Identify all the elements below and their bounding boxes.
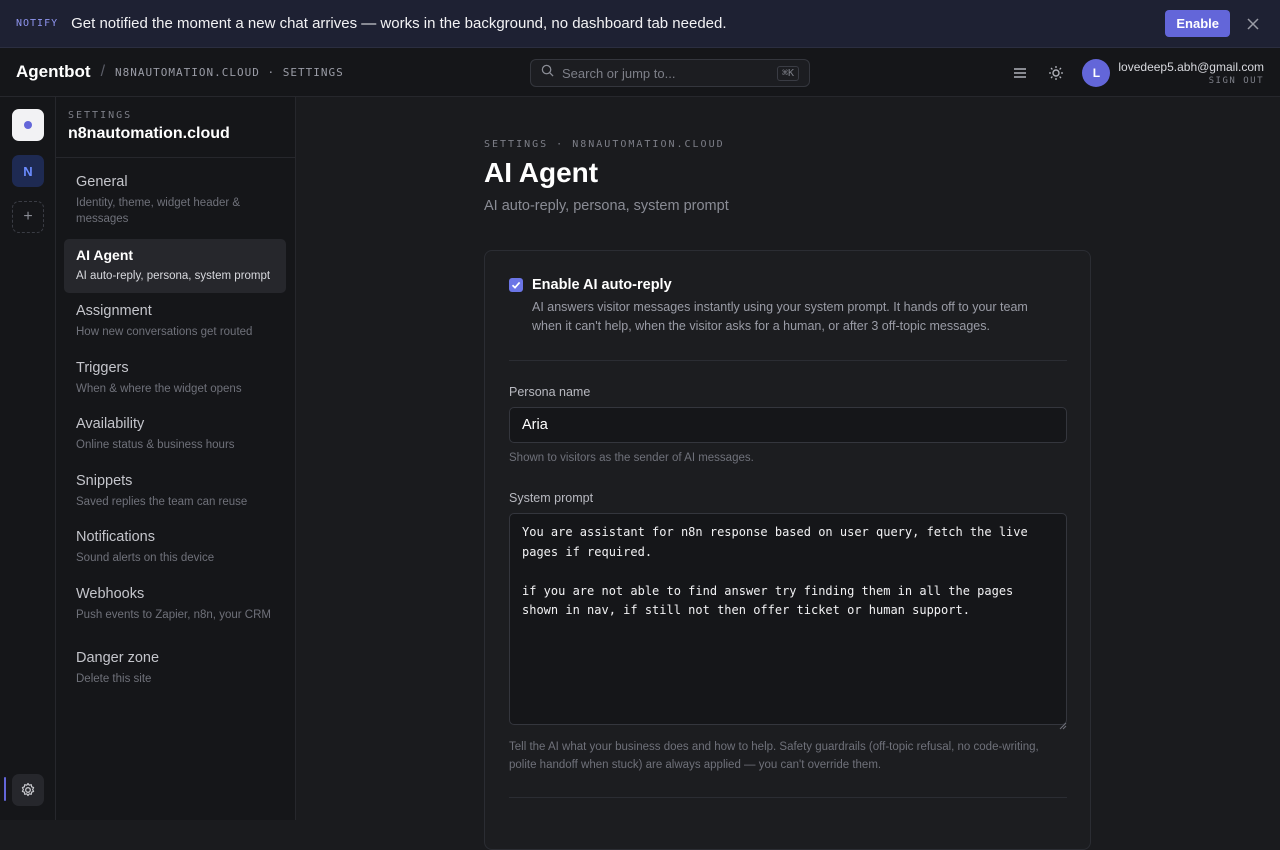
- notify-message: Get notified the moment a new chat arriv…: [71, 15, 727, 32]
- persona-name-label: Persona name: [509, 385, 591, 399]
- system-prompt-field[interactable]: [509, 513, 1067, 725]
- enable-auto-reply-checkbox[interactable]: [509, 278, 523, 292]
- add-site-button[interactable]: +: [12, 201, 44, 233]
- site-dot-icon: [24, 121, 32, 129]
- sign-out-link[interactable]: SIGN OUT: [1118, 76, 1264, 86]
- search-input[interactable]: Search or jump to... ⌘K: [530, 59, 810, 87]
- system-prompt-label: System prompt: [509, 491, 594, 505]
- app-logo[interactable]: Agentbot: [16, 62, 91, 82]
- page-breadcrumb: SETTINGS · N8NAUTOMATION.CLOUD: [484, 139, 725, 150]
- auto-reply-description: AI answers visitor messages instantly us…: [532, 300, 1028, 333]
- search-placeholder: Search or jump to...: [562, 65, 676, 81]
- checkmark-icon: [511, 281, 521, 289]
- nav-desc: When & where the widget opens: [76, 383, 242, 395]
- user-email: lovedeep5.abh@gmail.com: [1118, 59, 1264, 74]
- divider: [509, 360, 1067, 361]
- nav-desc: AI auto-reply, persona, system prompt: [76, 270, 271, 282]
- sidebar-item-availability[interactable]: Availability Online status & business ho…: [64, 416, 286, 456]
- persona-name-hint: Shown to visitors as the sender of AI me…: [509, 452, 754, 464]
- site-rail: N +: [0, 97, 56, 820]
- system-prompt-hint: Tell the AI what your business does and …: [509, 741, 1039, 771]
- sidebar-item-ai-agent[interactable]: AI Agent AI auto-reply, persona, system …: [64, 239, 286, 293]
- sidebar-kicker: SETTINGS: [68, 110, 133, 121]
- divider: [509, 797, 1067, 798]
- close-icon[interactable]: [1242, 13, 1264, 35]
- nav-desc: Push events to Zapier, n8n, your CRM: [76, 609, 271, 621]
- nav-desc: Sound alerts on this device: [76, 552, 215, 564]
- menu-icon[interactable]: [1008, 61, 1032, 85]
- active-indicator: [4, 777, 6, 801]
- nav-desc: How new conversations get routed: [76, 326, 253, 338]
- nav-desc: Saved replies the team can reuse: [76, 496, 248, 508]
- nav-label: AI Agent: [76, 247, 134, 263]
- settings-sidebar: SETTINGS n8nautomation.cloud General Ide…: [56, 97, 296, 820]
- nav-label: Notifications: [76, 529, 155, 545]
- main-content: SETTINGS · N8NAUTOMATION.CLOUD AI Agent …: [296, 97, 1280, 850]
- breadcrumb-separator: /: [100, 63, 106, 80]
- nav-label: Assignment: [76, 303, 152, 319]
- auto-reply-label[interactable]: Enable AI auto-reply: [532, 277, 672, 293]
- resize-handle-icon[interactable]: [1059, 717, 1067, 730]
- ai-agent-settings-card: Enable AI auto-reply AI answers visitor …: [484, 250, 1091, 850]
- persona-name-field[interactable]: [509, 407, 1067, 443]
- nav-desc: Online status & business hours: [76, 439, 235, 451]
- nav-label: Triggers: [76, 360, 129, 376]
- nav-label: Danger zone: [76, 650, 160, 666]
- sidebar-item-snippets[interactable]: Snippets Saved replies the team can reus…: [64, 473, 286, 513]
- theme-toggle-sun-icon[interactable]: [1044, 61, 1068, 85]
- notify-tag: NOTIFY: [16, 18, 59, 29]
- sidebar-item-general[interactable]: General Identity, theme, widget header &…: [64, 174, 286, 230]
- sidebar-item-assignment[interactable]: Assignment How new conversations get rou…: [64, 303, 286, 343]
- nav-label: General: [76, 174, 128, 190]
- sidebar-item-webhooks[interactable]: Webhooks Push events to Zapier, n8n, you…: [64, 586, 286, 626]
- nav-desc: Delete this site: [76, 673, 152, 685]
- enable-notifications-button[interactable]: Enable: [1165, 10, 1230, 37]
- nav-label: Snippets: [76, 473, 133, 489]
- search-icon: [541, 64, 554, 82]
- notification-banner: NOTIFY Get notified the moment a new cha…: [0, 0, 1280, 48]
- nav-label: Availability: [76, 416, 145, 432]
- site-switcher-current[interactable]: [12, 109, 44, 141]
- site-switcher-n8n[interactable]: N: [12, 155, 44, 187]
- nav-desc: Identity, theme, widget header & message…: [76, 197, 241, 225]
- top-bar: Agentbot / N8NAUTOMATION.CLOUD · SETTING…: [0, 48, 1280, 97]
- sidebar-item-notifications[interactable]: Notifications Sound alerts on this devic…: [64, 529, 286, 569]
- sidebar-item-danger-zone[interactable]: Danger zone Delete this site: [64, 650, 286, 690]
- breadcrumb: N8NAUTOMATION.CLOUD · SETTINGS: [115, 65, 344, 79]
- sidebar-item-triggers[interactable]: Triggers When & where the widget opens: [64, 360, 286, 400]
- search-shortcut: ⌘K: [776, 65, 799, 81]
- sidebar-site-title: n8nautomation.cloud: [68, 125, 230, 142]
- user-menu: lovedeep5.abh@gmail.com SIGN OUT: [1118, 60, 1264, 86]
- nav-label: Webhooks: [76, 586, 145, 602]
- sidebar-header: SETTINGS n8nautomation.cloud: [56, 97, 295, 158]
- gear-icon[interactable]: [12, 774, 44, 806]
- page-subtitle: AI auto-reply, persona, system prompt: [484, 198, 729, 214]
- avatar[interactable]: L: [1082, 58, 1111, 87]
- page-title: AI Agent: [484, 157, 599, 188]
